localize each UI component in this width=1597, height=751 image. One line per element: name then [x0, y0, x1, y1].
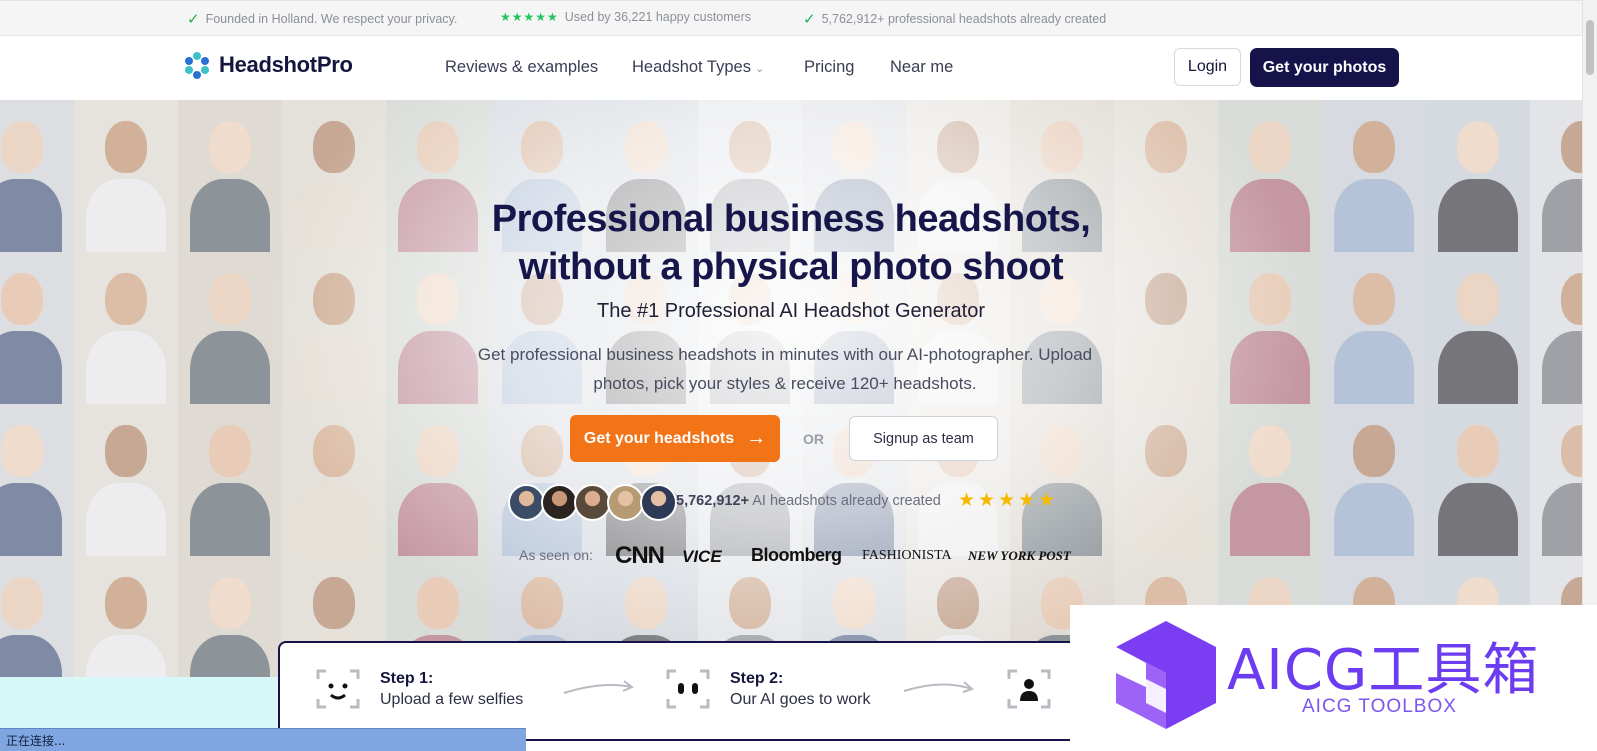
step-1: Step 1: Upload a few selfies [314, 665, 523, 713]
press-logo-bloomberg: Bloomberg [751, 545, 842, 565]
check-icon: ✓ [187, 11, 200, 28]
get-headshots-button[interactable]: Get your headshots → [570, 415, 780, 462]
nav-link-reviews[interactable]: Reviews & examples [445, 58, 598, 77]
nav-link-headshot-types[interactable]: Headshot Types ⌄ [632, 58, 764, 77]
get-photos-button[interactable]: Get your photos [1250, 48, 1399, 87]
curved-arrow-icon [563, 680, 634, 694]
headshots-created-count: 5,762,912+ AI headshots already created [676, 493, 941, 509]
hero-description: Get professional business headshots in m… [477, 345, 1093, 393]
browser-status-bar: 正在连接... [0, 728, 526, 751]
avatar [574, 484, 611, 521]
avatar [607, 484, 644, 521]
aicg-cube-logo-icon [1116, 621, 1216, 729]
press-logo-cnn: CNN [615, 542, 665, 569]
hero-subtitle: The #1 Professional AI Headshot Generato… [596, 300, 985, 322]
login-button[interactable]: Login [1174, 48, 1241, 86]
signup-team-button[interactable]: Signup as team [849, 416, 998, 461]
privacy-notice: ✓ Founded in Holland. We respect your pr… [187, 11, 458, 28]
aicg-watermark: AICG工具箱 AICG TOOLBOX [1070, 605, 1597, 751]
press-logo-fashionista: FASHIONISTA [862, 548, 952, 563]
arrow-right-icon: → [746, 427, 767, 449]
check-icon: ✓ [803, 11, 816, 28]
headshots-count-notice: ✓ 5,762,912+ professional headshots alre… [803, 11, 1107, 28]
selfie-face-icon [316, 669, 360, 709]
as-seen-on-label: As seen on: [519, 547, 593, 563]
star-rating-icon: ★★★★★ [500, 10, 559, 24]
ai-face-icon [666, 669, 710, 709]
brand-logo[interactable]: HeadshotPro [183, 51, 353, 79]
brand-name: HeadshotPro [219, 52, 353, 77]
or-divider: OR [803, 431, 824, 447]
main-nav: HeadshotPro Reviews & examples Headshot … [0, 36, 1582, 101]
scrollbar-thumb[interactable] [1586, 20, 1594, 75]
steps-card: Step 1: Upload a few selfies Step 2: Our… [278, 641, 1098, 741]
avatar [508, 484, 545, 521]
customer-avatars [508, 484, 677, 521]
curved-arrow-icon [903, 681, 974, 693]
announcement-bar: ✓ Founded in Holland. We respect your pr… [0, 0, 1597, 36]
nav-link-pricing[interactable]: Pricing [804, 58, 854, 77]
person-icon [1007, 669, 1051, 709]
customers-notice: ★★★★★ Used by 36,221 happy customers [500, 10, 752, 24]
avatar [541, 484, 578, 521]
step-2: Step 2: Our AI goes to work [664, 665, 871, 713]
watermark-subtitle: AICG TOOLBOX [1302, 696, 1457, 717]
star-rating-icon: ★★★★★ [958, 490, 1059, 511]
avatar [640, 484, 677, 521]
logo-icon [185, 52, 209, 79]
watermark-title: AICG工具箱 [1227, 638, 1540, 703]
press-logo-vice: VICE [682, 547, 722, 566]
hero-title: Professional business headshots, without… [491, 198, 1091, 288]
chevron-down-icon: ⌄ [754, 63, 765, 75]
press-logo-new-york-post: NEW YORK POST [968, 548, 1071, 563]
nav-link-near-me[interactable]: Near me [890, 58, 953, 77]
